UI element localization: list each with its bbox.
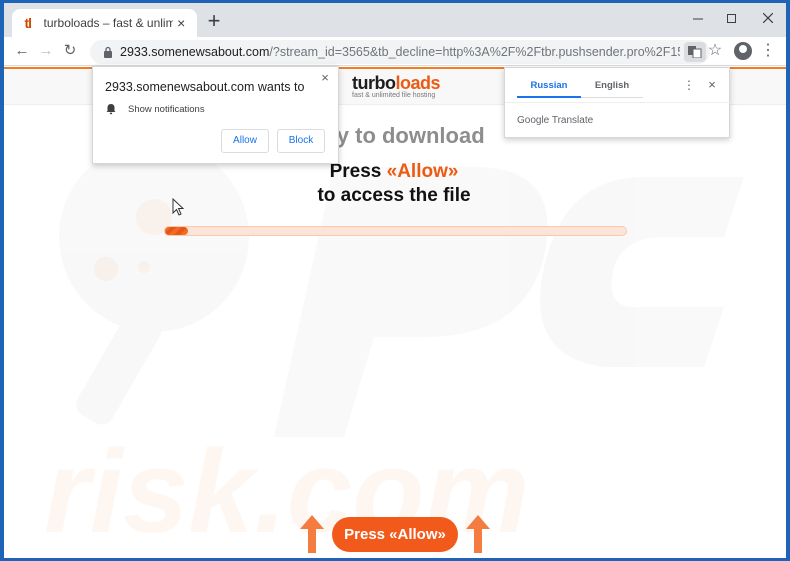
minimize-icon [693, 18, 703, 20]
permission-row: Show notifications [105, 103, 205, 115]
url-host: 2933.somenewsabout.com [120, 45, 270, 59]
maximize-button[interactable] [720, 8, 744, 28]
favicon-icon: tl [24, 15, 32, 31]
permission-label: Show notifications [128, 103, 205, 115]
browser-tab[interactable]: tl turboloads – fast & unlimited file × [12, 9, 197, 37]
block-button[interactable]: Block [277, 129, 325, 153]
up-arrow-icon [300, 515, 324, 553]
translate-popup: Russian English ⋮ × Google Translate [504, 67, 731, 138]
lock-icon[interactable] [100, 44, 116, 60]
close-icon [762, 12, 774, 24]
translate-icon[interactable] [684, 42, 706, 62]
logo-accent-text: loads [395, 73, 440, 93]
reload-button[interactable]: ↻ [60, 41, 80, 61]
url-path: /?stream_id=3565&tb_decline=http%3A%2F%2… [269, 45, 680, 59]
divider [505, 102, 731, 103]
allow-word: «Allow» [386, 161, 459, 182]
star-icon[interactable]: ☆ [705, 41, 725, 61]
reload-icon: ↻ [63, 42, 77, 59]
address-bar[interactable]: 2933.somenewsabout.com/?stream_id=3565&t… [90, 40, 710, 64]
press-allow-button[interactable]: Press «Allow» [332, 517, 458, 552]
browser-window: tl turboloads – fast & unlimited file × … [4, 3, 786, 558]
press-word: Press [329, 161, 382, 182]
translate-menu-icon[interactable]: ⋮ [683, 78, 695, 94]
site-logo[interactable]: turboloads fast & unlimited file hosting [352, 73, 440, 99]
mouse-cursor-icon [172, 198, 184, 216]
forward-button[interactable]: → [36, 41, 56, 61]
tab-russian[interactable]: Russian [517, 78, 581, 98]
account-icon[interactable] [734, 42, 752, 60]
google-translate-brand: Google Translate [517, 115, 594, 126]
window-close-button[interactable] [756, 8, 780, 28]
tab-english[interactable]: English [581, 78, 643, 98]
access-file-line: to access the file [317, 185, 471, 206]
url-text[interactable]: 2933.somenewsabout.com/?stream_id=3565&t… [120, 45, 680, 59]
back-button[interactable]: ← [12, 41, 32, 61]
maximize-icon [727, 14, 736, 23]
press-allow-line: Press «Allow» [204, 161, 584, 183]
kebab-menu-icon[interactable]: ⋮ [760, 41, 776, 61]
close-icon[interactable]: × [318, 71, 332, 85]
back-arrow-icon: ← [14, 42, 30, 59]
close-icon[interactable]: × [705, 77, 719, 93]
logo-tagline: fast & unlimited file hosting [352, 92, 436, 99]
new-tab-button[interactable]: + [204, 10, 224, 32]
bell-icon [106, 104, 116, 115]
browser-toolbar: ← → ↻ 2933.somenewsabout.com/?stream_id=… [4, 37, 786, 66]
progress-bar [164, 226, 627, 236]
forward-arrow-icon: → [38, 42, 54, 59]
logo-main-text: turbo [352, 73, 396, 93]
up-arrow-icon [466, 515, 490, 553]
tab-strip: tl turboloads – fast & unlimited file × … [4, 3, 786, 37]
progress-fill [165, 227, 189, 235]
tab-close-icon[interactable]: × [173, 15, 189, 31]
tab-title: turboloads – fast & unlimited file [43, 16, 174, 30]
allow-button[interactable]: Allow [221, 129, 269, 153]
notification-permission-prompt: 2933.somenewsabout.com wants to × Show n… [92, 66, 339, 164]
prompt-title: 2933.somenewsabout.com wants to [105, 80, 305, 94]
minimize-button[interactable] [686, 8, 710, 28]
